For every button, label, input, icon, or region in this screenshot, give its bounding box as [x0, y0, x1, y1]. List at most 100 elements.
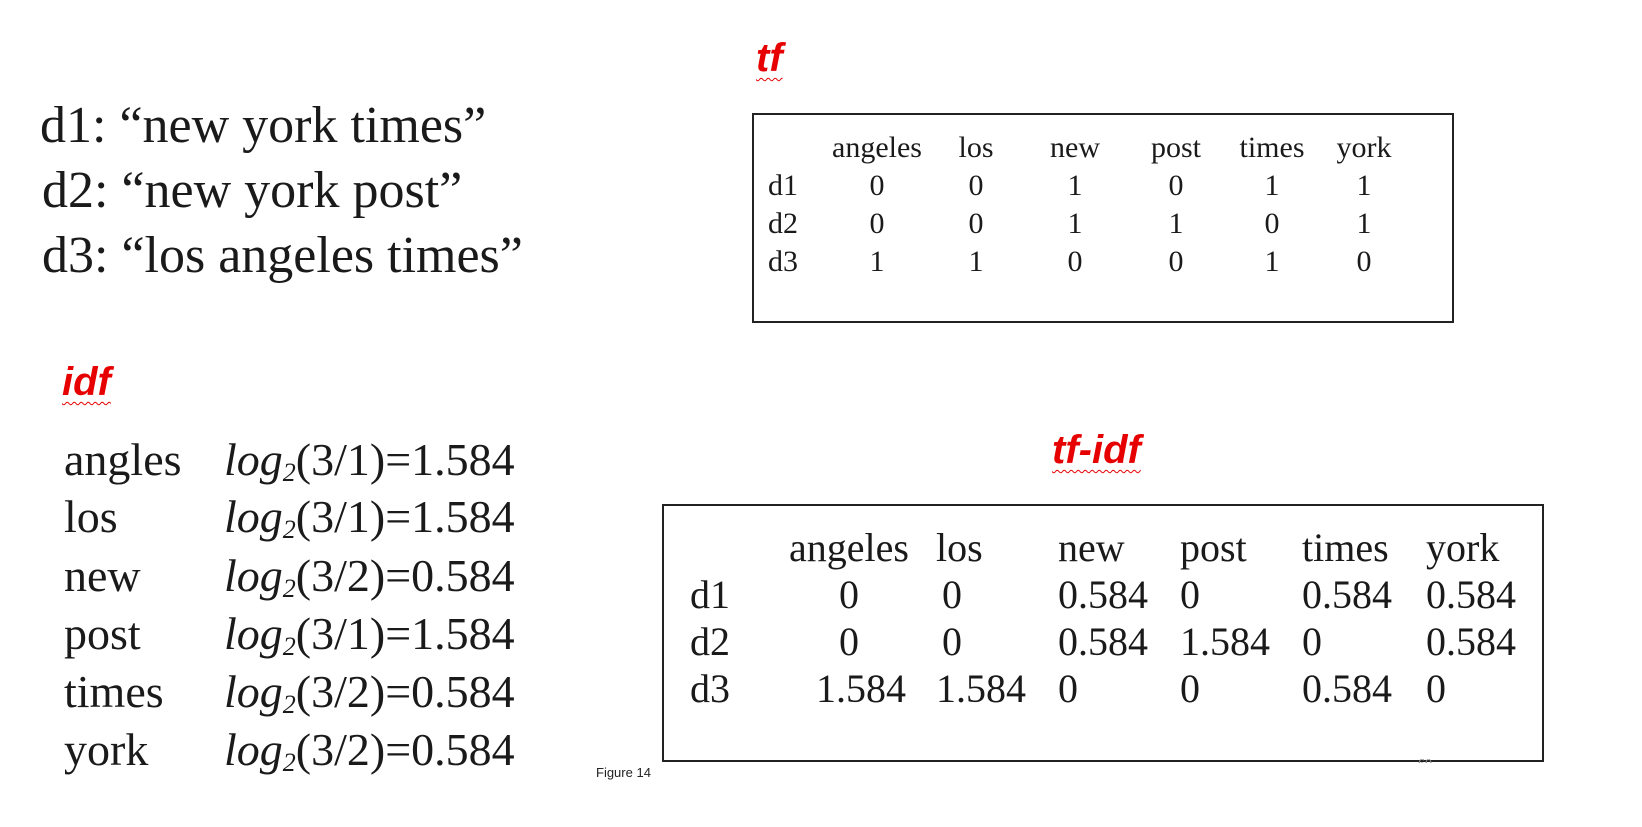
idf-fn: log: [224, 666, 283, 717]
tfidf-table: angeles los new post times york d1 0 0 0…: [690, 524, 1526, 712]
tf-cell: 0: [869, 207, 885, 240]
tfidf-col-header: times: [1302, 525, 1389, 570]
tf-col-header: new: [1050, 131, 1100, 164]
tfidf-row: d1 0 0 0.584 0 0.584 0.584: [690, 571, 1526, 618]
idf-base: 2: [282, 458, 296, 487]
idf-formula: log2(3/2)=0.584: [224, 553, 515, 602]
tf-row: d2 0 0 1 1 0 1: [768, 205, 1402, 243]
tfidf-cell: 0.584: [1426, 619, 1516, 664]
idf-formula: log2(3/1)=1.584: [224, 611, 515, 660]
tf-row-label: d1: [768, 169, 798, 202]
tf-cell: 1: [1356, 207, 1372, 240]
idf-term: angles: [64, 434, 182, 485]
tfidf-col-header: new: [1058, 525, 1125, 570]
idf-args: (3/2)=0.584: [295, 666, 515, 717]
tfidf-cell: 0: [1180, 572, 1200, 617]
tf-cell: 0: [968, 169, 984, 202]
document-d1: d1: “new york times”: [40, 97, 487, 154]
idf-args: (3/1)=1.584: [295, 608, 515, 659]
tfidf-cell: 1.584: [936, 666, 1026, 711]
idf-fn: log: [224, 608, 283, 659]
idf-formula: log2(3/1)=1.584: [224, 437, 515, 486]
tf-cell: 1: [1356, 169, 1372, 202]
tfidf-cell: 0: [1058, 666, 1078, 711]
idf-base: 2: [282, 632, 296, 661]
tfidf-row-label: d2: [690, 619, 730, 664]
idf-args: (3/2)=0.584: [295, 724, 515, 775]
tfidf-col-header: los: [936, 525, 983, 570]
tfidf-corner-cell: [690, 524, 762, 571]
idf-term: post: [64, 608, 141, 659]
idf-formula: log2(3/1)=1.584: [224, 494, 515, 543]
tfidf-cell: 0: [839, 619, 859, 664]
tf-cell: 0: [1356, 245, 1372, 278]
tfidf-row: d3 1.584 1.584 0 0 0.584 0: [690, 665, 1526, 712]
tfidf-col-header: angeles: [789, 525, 909, 570]
page-number: 60: [1418, 757, 1432, 763]
tfidf-col-header: york: [1426, 525, 1500, 570]
idf-fn: log: [224, 550, 283, 601]
tfidf-row-label: d1: [690, 572, 730, 617]
idf-fn: log: [224, 434, 283, 485]
idf-heading: idf: [62, 360, 111, 404]
tf-heading: tf: [756, 36, 783, 80]
idf-formula: log2(3/2)=0.584: [224, 669, 515, 718]
tf-col-header: angeles: [832, 131, 922, 164]
tfidf-cell: 0.584: [1302, 572, 1392, 617]
tf-table: angeles los new post times york d1 0 0 1…: [768, 129, 1402, 281]
tfidf-heading: tf-idf: [1052, 428, 1141, 472]
tf-cell: 1: [1067, 207, 1083, 240]
tf-cell: 1: [1067, 169, 1083, 202]
idf-term: york: [64, 724, 149, 775]
tf-cell: 0: [869, 169, 885, 202]
idf-term: new: [64, 550, 141, 601]
idf-args: (3/1)=1.584: [295, 491, 515, 542]
idf-args: (3/1)=1.584: [295, 434, 515, 485]
document-d2: d2: “new york post”: [42, 162, 463, 219]
idf-formula: log2(3/2)=0.584: [224, 727, 515, 776]
tf-cell: 1: [1264, 169, 1280, 202]
tfidf-table-box: angeles los new post times york d1 0 0 0…: [662, 504, 1544, 762]
tfidf-cell: 0: [1426, 666, 1446, 711]
idf-args: (3/2)=0.584: [295, 550, 515, 601]
tf-col-header: los: [958, 131, 994, 164]
tf-cell: 0: [968, 207, 984, 240]
tfidf-cell: 0: [942, 572, 962, 617]
tf-col-header: post: [1150, 131, 1201, 164]
figure-caption: Figure 14: [596, 765, 651, 780]
tf-cell: 0: [1168, 169, 1184, 202]
tf-cell: 0: [1168, 245, 1184, 278]
tf-cell: 1: [1168, 207, 1184, 240]
tfidf-row-label: d3: [690, 666, 730, 711]
tfidf-cell: 1.584: [816, 666, 906, 711]
tfidf-cell: 0: [1302, 619, 1322, 664]
tf-corner-cell: [768, 129, 818, 167]
tf-cell: 1: [869, 245, 885, 278]
tfidf-col-header: post: [1180, 525, 1247, 570]
tfidf-cell: 0: [942, 619, 962, 664]
tf-cell: 0: [1067, 245, 1083, 278]
tf-table-box: angeles los new post times york d1 0 0 1…: [752, 113, 1454, 323]
tfidf-cell: 1.584: [1180, 619, 1270, 664]
tf-row-label: d3: [768, 245, 798, 278]
tf-cell: 1: [968, 245, 984, 278]
idf-base: 2: [282, 574, 296, 603]
idf-base: 2: [282, 748, 296, 777]
tfidf-row: d2 0 0 0.584 1.584 0 0.584: [690, 618, 1526, 665]
tfidf-cell: 0.584: [1058, 572, 1148, 617]
idf-fn: log: [224, 724, 283, 775]
tf-cell: 0: [1264, 207, 1280, 240]
tfidf-cell: 0: [1180, 666, 1200, 711]
tfidf-header-row: angeles los new post times york: [690, 524, 1526, 571]
tfidf-cell: 0.584: [1058, 619, 1148, 664]
idf-base: 2: [282, 690, 296, 719]
tf-col-header: times: [1239, 131, 1305, 164]
tf-col-header: york: [1336, 131, 1392, 164]
idf-base: 2: [282, 515, 296, 544]
tf-header-row: angeles los new post times york: [768, 129, 1402, 167]
tf-cell: 1: [1264, 245, 1280, 278]
tfidf-cell: 0.584: [1302, 666, 1392, 711]
idf-term: times: [64, 666, 164, 717]
tfidf-cell: 0.584: [1426, 572, 1516, 617]
idf-fn: log: [224, 491, 283, 542]
